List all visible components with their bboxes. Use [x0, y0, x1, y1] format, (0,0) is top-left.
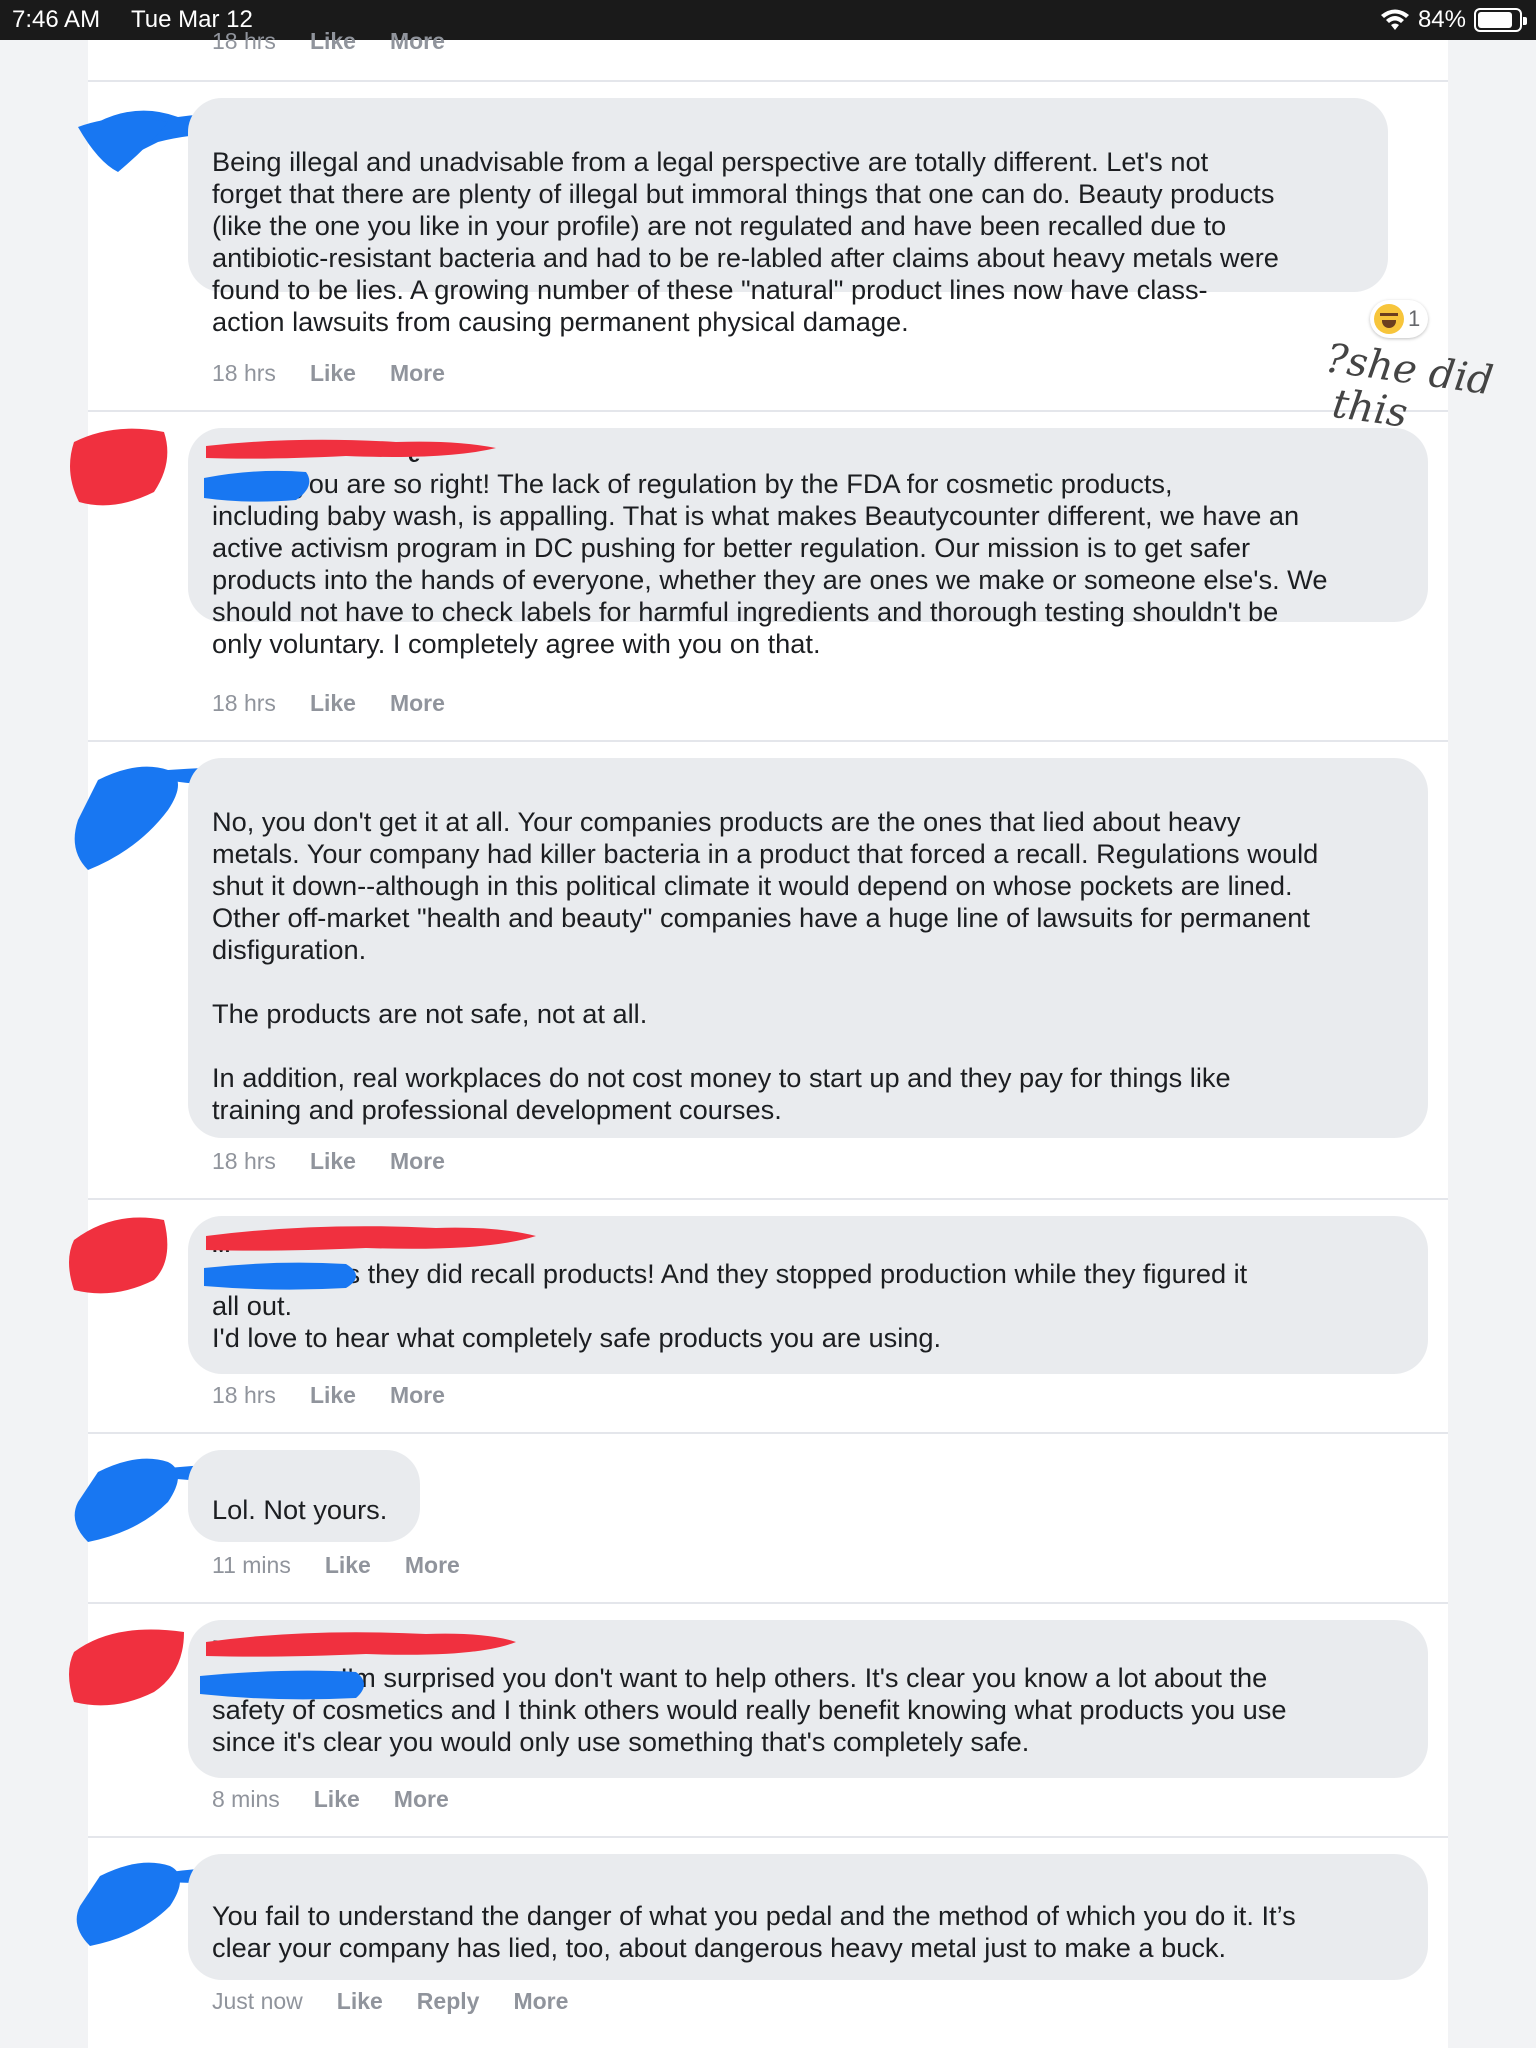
wifi-icon [1380, 9, 1409, 30]
comment-actions: 11 mins Like More [212, 1550, 460, 1580]
like-button[interactable]: Like [314, 1784, 360, 1814]
name-redaction [204, 1226, 536, 1290]
divider [88, 1602, 1448, 1604]
divider [88, 80, 1448, 82]
comment-actions: 18 hrs Like More [212, 688, 445, 718]
more-button[interactable]: More [405, 1550, 460, 1580]
timestamp: 18 hrs [212, 1148, 276, 1174]
avatar-redaction [69, 1629, 184, 1706]
more-button[interactable]: More [390, 1146, 445, 1176]
comment-text: Being illegal and unadvisable from a leg… [212, 146, 1279, 337]
more-button[interactable]: More [390, 688, 445, 718]
battery-icon [1474, 8, 1527, 32]
handwritten-annotation: ?she did this [1316, 335, 1496, 437]
comment-bubble: You fail to understand the danger of wha… [188, 1854, 1428, 1980]
previous-comment-actions: 18 hrs Like More [212, 28, 445, 58]
like-button[interactable]: Like [310, 1146, 356, 1176]
timestamp: Just now [212, 1988, 303, 2014]
comment-actions: 8 mins Like More [212, 1784, 449, 1814]
divider [88, 410, 1448, 412]
name-redaction [200, 1632, 516, 1700]
like-button[interactable]: Like [310, 688, 356, 718]
avatar-redaction [70, 428, 168, 506]
more-button[interactable]: More [394, 1784, 449, 1814]
more-button[interactable]: More [390, 1380, 445, 1410]
battery-percent: 84% [1417, 6, 1466, 33]
timestamp: 18 hrs [212, 28, 276, 54]
comment-text: Lol. Not yours. [212, 1494, 388, 1525]
comment-actions: 18 hrs Like More [212, 1146, 445, 1176]
timestamp: 11 mins [212, 1552, 291, 1578]
comment-actions: 18 hrs Like More [212, 358, 445, 388]
comment-feed[interactable]: 18 hrs Like More Being illegal and unadv… [69, 28, 1448, 2048]
status-time: 7:46 AM [12, 6, 101, 33]
name-redaction [204, 439, 496, 502]
timestamp: 18 hrs [212, 360, 276, 386]
comment-text: No, you don't get it at all. Your compan… [212, 806, 1319, 1125]
reply-button[interactable]: Reply [417, 1986, 480, 2016]
comment-text: You fail to understand the danger of wha… [212, 1900, 1296, 1963]
comment-bubble: Lol. Not yours. [188, 1450, 420, 1542]
like-button[interactable]: Like [325, 1550, 371, 1580]
like-button[interactable]: Like [310, 358, 356, 388]
divider [88, 1198, 1448, 1200]
more-button[interactable]: More [513, 1986, 568, 2016]
comment-actions: 18 hrs Like More [212, 1380, 445, 1410]
comment-bubble: No, you don't get it at all. Your compan… [188, 758, 1428, 1138]
laughing-emoji-icon [1374, 304, 1404, 334]
like-button[interactable]: Like [310, 1380, 356, 1410]
timestamp: 8 mins [212, 1786, 280, 1812]
battery-fill [1478, 12, 1512, 28]
more-button[interactable]: More [390, 28, 445, 58]
more-button[interactable]: More [390, 358, 445, 388]
avatar-redaction [69, 1217, 168, 1294]
reaction-badge[interactable]: 1 [1370, 300, 1429, 338]
timestamp: 18 hrs [212, 690, 276, 716]
like-button[interactable]: Like [310, 28, 356, 58]
comment-bubble: Being illegal and unadvisable from a leg… [188, 98, 1388, 337]
reaction-count: 1 [1408, 306, 1421, 331]
timestamp: 18 hrs [212, 1382, 276, 1408]
status-right: 84% [1380, 0, 1527, 40]
comment-actions: Just now Like Reply More [212, 1986, 568, 2016]
like-button[interactable]: Like [337, 1986, 383, 2016]
